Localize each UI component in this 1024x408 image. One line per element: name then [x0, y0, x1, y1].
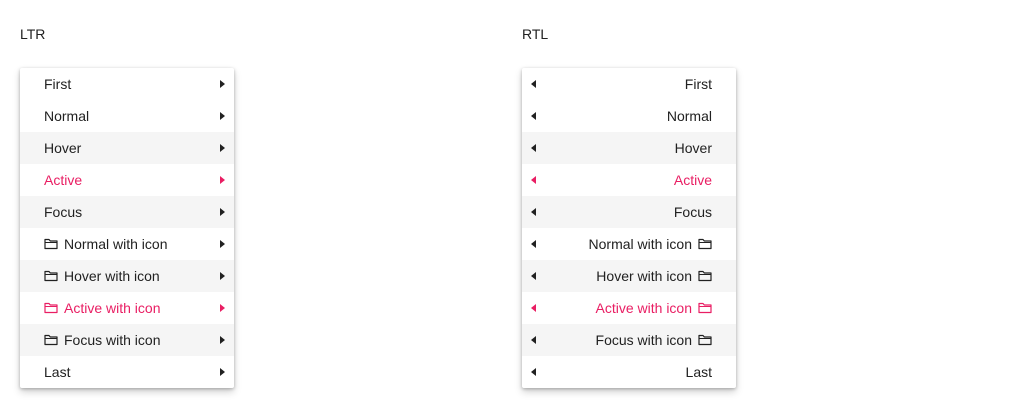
menu-item-label: Active with icon: [64, 300, 161, 316]
submenu-arrow-icon: [220, 272, 225, 280]
menu-item-label: Active: [44, 172, 83, 188]
submenu-arrow-icon: [531, 112, 536, 120]
menu-item-label: Focus with icon: [595, 332, 692, 348]
submenu-arrow-icon: [531, 208, 536, 216]
menu-item-label: Focus: [673, 204, 712, 220]
submenu-arrow-icon: [220, 304, 225, 312]
submenu-arrow-icon: [531, 144, 536, 152]
submenu-arrow-icon: [531, 176, 536, 184]
menu-item-label: First: [44, 76, 72, 92]
menu-item-label: Normal with icon: [588, 236, 692, 252]
folder-icon: [698, 270, 712, 282]
folder-icon: [44, 334, 58, 346]
menu-item-last[interactable]: Last: [20, 356, 234, 388]
menu-item-focus-with-icon[interactable]: Focus with icon: [20, 324, 234, 356]
folder-icon: [44, 238, 58, 250]
menu-item-normal[interactable]: Normal: [522, 100, 736, 132]
menu-item-hover[interactable]: Hover: [20, 132, 234, 164]
menu-item-first[interactable]: First: [20, 68, 234, 100]
menu-item-label: Normal: [44, 108, 90, 124]
submenu-arrow-icon: [220, 368, 225, 376]
menu-item-focus[interactable]: Focus: [522, 196, 736, 228]
submenu-arrow-icon: [220, 112, 225, 120]
rtl-menu: First Normal Hover Active Focus Normal w…: [522, 68, 736, 388]
menu-item-label: Last: [685, 364, 712, 380]
menu-item-hover-with-icon[interactable]: Hover with icon: [522, 260, 736, 292]
submenu-arrow-icon: [220, 240, 225, 248]
ltr-menu: First Normal Hover Active Focus Normal w…: [20, 68, 234, 388]
folder-icon: [44, 270, 58, 282]
menu-item-focus[interactable]: Focus: [20, 196, 234, 228]
menu-item-label: Hover: [44, 140, 82, 156]
menu-item-label: Hover with icon: [596, 268, 692, 284]
submenu-arrow-icon: [531, 304, 536, 312]
submenu-arrow-icon: [531, 368, 536, 376]
ltr-caption: LTR: [20, 26, 46, 42]
folder-icon: [698, 334, 712, 346]
menu-item-label: Hover: [674, 140, 712, 156]
menu-item-active[interactable]: Active: [20, 164, 234, 196]
submenu-arrow-icon: [531, 336, 536, 344]
menu-item-hover[interactable]: Hover: [522, 132, 736, 164]
menu-item-active[interactable]: Active: [522, 164, 736, 196]
submenu-arrow-icon: [531, 272, 536, 280]
menu-item-label: Focus with icon: [64, 332, 161, 348]
menu-item-normal-with-icon[interactable]: Normal with icon: [20, 228, 234, 260]
menu-item-last[interactable]: Last: [522, 356, 736, 388]
menu-item-label: Normal with icon: [64, 236, 168, 252]
submenu-arrow-icon: [531, 80, 536, 88]
folder-icon: [44, 302, 58, 314]
menu-item-active-with-icon[interactable]: Active with icon: [522, 292, 736, 324]
menu-item-normal[interactable]: Normal: [20, 100, 234, 132]
submenu-arrow-icon: [220, 176, 225, 184]
menu-item-hover-with-icon[interactable]: Hover with icon: [20, 260, 234, 292]
submenu-arrow-icon: [220, 208, 225, 216]
menu-item-label: Active: [673, 172, 712, 188]
menu-item-label: First: [684, 76, 712, 92]
menu-item-normal-with-icon[interactable]: Normal with icon: [522, 228, 736, 260]
submenu-arrow-icon: [220, 80, 225, 88]
menu-item-focus-with-icon[interactable]: Focus with icon: [522, 324, 736, 356]
submenu-arrow-icon: [531, 240, 536, 248]
submenu-arrow-icon: [220, 336, 225, 344]
menu-item-label: Hover with icon: [64, 268, 160, 284]
rtl-caption: RTL: [522, 26, 549, 42]
menu-item-label: Focus: [44, 204, 83, 220]
menu-item-label: Normal: [666, 108, 712, 124]
menu-item-label: Active with icon: [595, 300, 692, 316]
folder-icon: [698, 238, 712, 250]
submenu-arrow-icon: [220, 144, 225, 152]
folder-icon: [698, 302, 712, 314]
menu-item-active-with-icon[interactable]: Active with icon: [20, 292, 234, 324]
menu-item-first[interactable]: First: [522, 68, 736, 100]
menu-item-label: Last: [44, 364, 71, 380]
